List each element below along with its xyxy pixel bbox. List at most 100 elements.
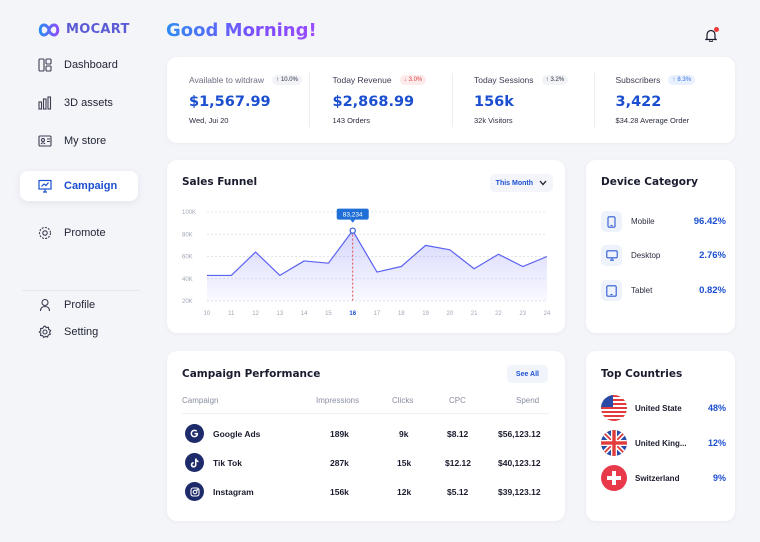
sidebar-item-campaign[interactable]: Campaign: [20, 171, 138, 201]
stat-label: Available to witdraw: [189, 75, 264, 85]
tooltip-value: 83,234: [343, 212, 363, 219]
x-tick-label: 14: [301, 311, 308, 317]
sidebar-item-setting[interactable]: Setting: [20, 317, 138, 347]
sidebar-item-label: Dashboard: [64, 59, 118, 71]
tooltip-arrow: [350, 219, 356, 223]
sales-funnel-card: Sales Funnel This Month 100K 80K 60K 40K 20K…: [167, 160, 565, 333]
x-tick-label: 23: [519, 311, 526, 317]
country-name: United State: [635, 403, 682, 413]
impressions-value: 189k: [330, 429, 349, 439]
notification-button[interactable]: [700, 24, 722, 46]
stat-sub: 143 Orders: [332, 116, 371, 125]
stat-sub: 32k Visitors: [474, 116, 513, 125]
see-all-button[interactable]: See All: [506, 365, 548, 383]
device-label: Mobile: [631, 217, 655, 226]
stat-subscribers: Subscribers ↑ 8.3% 3,422 $34.28 Average O…: [593, 57, 736, 143]
badge-value: 10.0%: [280, 77, 298, 83]
x-tick-label: 22: [495, 311, 502, 317]
dashboard-icon: [38, 58, 52, 72]
google-icon: [185, 424, 204, 443]
country-name: United King...: [635, 438, 687, 448]
x-tick-label: 17: [374, 311, 381, 317]
device-category-title: Device Category: [601, 176, 698, 188]
impressions-value: 156k: [330, 487, 349, 497]
page-title: Good Morning!: [166, 20, 317, 41]
badge-value: 3.0%: [408, 77, 423, 83]
stat-sub: $34.28 Average Order: [615, 116, 690, 125]
sidebar-item-label: My store: [64, 135, 107, 147]
clicks-value: 9k: [399, 429, 409, 439]
trend-badge: ↑ 10.0%: [271, 75, 302, 85]
brand-logo[interactable]: MOCART: [38, 22, 130, 37]
table-row[interactable]: Google Ads 189k 9k $8.12 $56,123.12: [167, 423, 565, 445]
stats-card: Available to witdraw ↑ 10.0% $1,567.99 We…: [167, 57, 735, 143]
device-label: Desktop: [631, 251, 661, 260]
country-value: 9%: [712, 473, 726, 483]
country-name: Switzerland: [635, 473, 680, 483]
tiktok-icon: [185, 453, 204, 472]
stat-label: Today Revenue: [332, 75, 392, 85]
stat-revenue: Today Revenue ↓ 3.0% $2,868.99 143 Orders: [308, 57, 453, 143]
clicks-value: 15k: [397, 458, 412, 468]
stat-sessions: Today Sessions ↑ 3.2% 156k 32k Visitors: [452, 57, 594, 143]
column-header: Impressions: [316, 396, 360, 405]
badge-value: 3.2%: [550, 77, 565, 83]
x-tick-label: 24: [544, 311, 551, 317]
mobile-icon: [601, 211, 622, 232]
device-value: 96.42%: [693, 216, 726, 227]
promote-gear-icon: [38, 226, 52, 240]
x-tick-label: 12: [252, 311, 259, 317]
arrow-up-icon: ↑: [275, 77, 279, 83]
stat-sub: Wed, Jui 20: [189, 116, 229, 125]
country-row-switzerland: Switzerland 9%: [601, 465, 726, 491]
country-row-uk: United King... 12%: [601, 430, 726, 456]
x-tick-label: 11: [228, 311, 235, 317]
table-row[interactable]: Instagram 156k 12k $5.12 $39,123.12: [167, 481, 565, 503]
device-row-desktop: Desktop 2.76%: [601, 245, 726, 266]
swiss-flag-icon: [601, 465, 627, 491]
bar-chart-icon: [38, 96, 52, 110]
device-row-mobile: Mobile 96.42%: [601, 211, 726, 232]
area-fill: [207, 230, 547, 301]
x-tick-label: 18: [398, 311, 405, 317]
stat-available: Available to witdraw ↑ 10.0% $1,567.99 We…: [167, 57, 309, 143]
device-value: 0.82%: [699, 285, 726, 296]
sidebar-item-3d-assets[interactable]: 3D assets: [20, 88, 138, 118]
sidebar-item-dashboard[interactable]: Dashboard: [20, 50, 138, 80]
header-divider: [182, 413, 549, 414]
country-value: 48%: [707, 403, 726, 413]
campaign-name: Instagram: [213, 487, 254, 497]
cpc-value: $5.12: [447, 487, 469, 497]
top-countries-title: Top Countries: [601, 368, 683, 380]
settings-icon: [38, 325, 52, 339]
sidebar-item-profile[interactable]: Profile: [20, 290, 138, 320]
stat-value: 3,422: [615, 94, 662, 110]
x-tick-label: 21: [471, 311, 478, 317]
sales-funnel-chart[interactable]: 100K 80K 60K 40K 20K 10 11 12 13 14 15 16 17 18 19 20 21…: [167, 160, 565, 333]
x-tick-label: 15: [325, 311, 332, 317]
us-flag-icon: [601, 395, 627, 421]
infinity-logo-icon: [38, 22, 60, 37]
sidebar-item-promote[interactable]: Promote: [20, 218, 138, 248]
stat-label: Today Sessions: [474, 75, 534, 85]
trend-badge: ↑ 8.3%: [668, 75, 696, 85]
cpc-value: $8.12: [447, 429, 469, 439]
clicks-value: 12k: [397, 487, 412, 497]
badge-value: 8.3%: [677, 77, 692, 83]
sidebar-item-my-store[interactable]: My store: [20, 126, 138, 156]
desktop-icon: [601, 245, 622, 266]
tablet-icon: [601, 280, 622, 301]
stat-value: $1,567.99: [189, 94, 271, 110]
impressions-value: 287k: [330, 458, 349, 468]
stat-label: Subscribers: [615, 75, 661, 85]
device-value: 2.76%: [699, 250, 726, 261]
brand-name: MOCART: [66, 22, 130, 37]
spend-value: $56,123.12: [498, 429, 541, 439]
trend-badge: ↑ 3.2%: [541, 75, 569, 85]
table-row[interactable]: Tik Tok 287k 15k $12.12 $40,123.12: [167, 452, 565, 474]
device-row-tablet: Tablet 0.82%: [601, 280, 726, 301]
campaign-performance-card: Campaign Performance See All Campaign Im…: [167, 351, 565, 521]
country-row-us: United State 48%: [601, 395, 726, 421]
y-tick-label: 80K: [182, 232, 193, 238]
arrow-up-icon: ↑: [545, 77, 549, 83]
